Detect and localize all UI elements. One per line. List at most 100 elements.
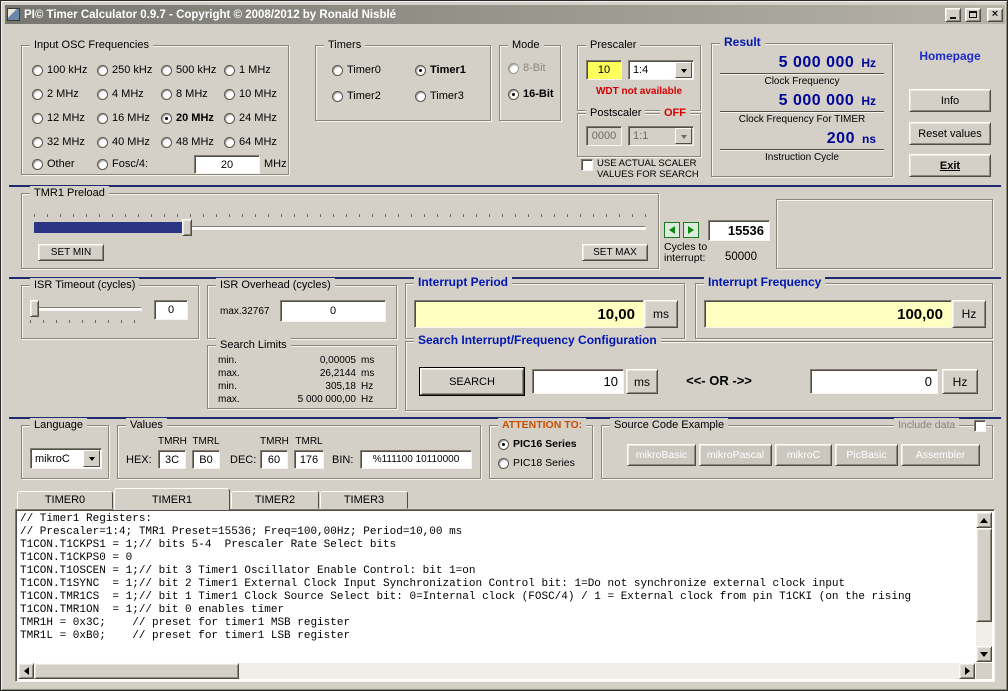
- radio-label: Timer3: [430, 90, 464, 102]
- osc-option-250khz[interactable]: 250 kHz: [97, 64, 152, 76]
- source-code-text[interactable]: // Timer1 Registers: // Prescaler=1:4; T…: [20, 513, 974, 661]
- close-button[interactable]: ×: [987, 7, 1003, 22]
- hex-tmrh-field[interactable]: 3C: [158, 450, 186, 469]
- osc-option-2mhz[interactable]: 2 MHz: [32, 88, 79, 100]
- timer-option-timer2[interactable]: Timer2: [332, 90, 381, 102]
- isr-timeout-value-field[interactable]: 0: [154, 300, 188, 320]
- interrupt-period-unit-button[interactable]: ms: [644, 300, 678, 328]
- set-min-button[interactable]: SET MIN: [38, 244, 104, 261]
- tab-timer2[interactable]: TIMER2: [231, 491, 319, 509]
- osc-option-1mhz[interactable]: 1 MHz: [224, 64, 271, 76]
- attention-option-pic18[interactable]: PIC18 Series: [498, 457, 575, 469]
- group-search-limits: Search Limits min. 0,00005 ms max. 26,21…: [207, 338, 397, 409]
- prescaler-ratio-dropdown[interactable]: 1:4: [628, 60, 694, 80]
- reset-values-button[interactable]: Reset values: [909, 122, 991, 145]
- clock-frequency-label: Clock Frequency: [764, 76, 840, 87]
- interrupt-frequency-field[interactable]: 100,00: [704, 300, 952, 328]
- scroll-down-button[interactable]: [976, 646, 992, 662]
- osc-option-4mhz[interactable]: 4 MHz: [97, 88, 144, 100]
- radio-label: 10 MHz: [239, 88, 277, 100]
- preload-increment-button[interactable]: [683, 222, 699, 238]
- chevron-down-icon: [88, 457, 95, 464]
- bin-field[interactable]: %111100 10110000: [360, 450, 472, 469]
- info-button[interactable]: Info: [909, 89, 991, 112]
- isr-timeout-slider[interactable]: [30, 300, 142, 317]
- osc-option-24mhz[interactable]: 24 MHz: [224, 112, 277, 124]
- tab-timer0[interactable]: TIMER0: [17, 491, 113, 509]
- osc-option-other[interactable]: Other: [32, 158, 75, 170]
- minimize-button[interactable]: [945, 7, 961, 22]
- vertical-scrollbar[interactable]: [976, 512, 992, 662]
- dropdown-button[interactable]: [83, 450, 100, 467]
- unit: Hz: [861, 56, 876, 70]
- language-dropdown[interactable]: mikroC: [30, 448, 102, 469]
- interrupt-frequency-unit-button[interactable]: Hz: [952, 300, 986, 328]
- prescaler-value-input[interactable]: 10: [586, 60, 622, 80]
- mikrobasic-button[interactable]: mikroBasic: [627, 444, 696, 466]
- osc-option-500khz[interactable]: 500 kHz: [161, 64, 216, 76]
- mikroc-button[interactable]: mikroC: [775, 444, 832, 466]
- preload-value-field[interactable]: 15536: [708, 220, 770, 241]
- scroll-left-button[interactable]: [18, 663, 34, 679]
- vertical-scroll-thumb[interactable]: [976, 528, 992, 622]
- osc-option-12mhz[interactable]: 12 MHz: [32, 112, 85, 124]
- maximize-button[interactable]: [965, 7, 981, 22]
- radio-label: 250 kHz: [112, 64, 153, 76]
- osc-option-64mhz[interactable]: 64 MHz: [224, 136, 277, 148]
- dec-tmrl-field[interactable]: 176: [294, 450, 324, 469]
- picbasic-button[interactable]: PicBasic: [835, 444, 898, 466]
- osc-option-8mhz[interactable]: 8 MHz: [161, 88, 208, 100]
- search-frequency-unit-button[interactable]: Hz: [942, 369, 978, 394]
- preload-slider[interactable]: [34, 219, 646, 236]
- app-icon: [7, 8, 20, 21]
- osc-option-fosc4[interactable]: Fosc/4:: [97, 158, 148, 170]
- radio-icon: [32, 158, 43, 170]
- assembler-button[interactable]: Assembler: [901, 444, 980, 466]
- isr-overhead-value-field[interactable]: 0: [280, 300, 386, 322]
- use-actual-scaler-checkbox[interactable]: [581, 159, 593, 171]
- homepage-link[interactable]: Homepage: [907, 49, 993, 63]
- other-frequency-input[interactable]: 20: [194, 155, 260, 174]
- dropdown-button[interactable]: [675, 62, 692, 78]
- mode-option-16bit[interactable]: 16-Bit: [508, 88, 554, 100]
- exit-button[interactable]: Exit: [909, 154, 991, 177]
- horizontal-scroll-thumb[interactable]: [34, 663, 239, 679]
- osc-option-100khz[interactable]: 100 kHz: [32, 64, 87, 76]
- tab-timer1[interactable]: TIMER1: [114, 488, 230, 510]
- osc-option-32mhz[interactable]: 32 MHz: [32, 136, 85, 148]
- scroll-right-button[interactable]: [959, 663, 975, 679]
- dec-label: DEC:: [230, 454, 257, 466]
- timer-option-timer0[interactable]: Timer0: [332, 64, 381, 76]
- search-period-unit-button[interactable]: ms: [626, 369, 658, 394]
- preload-decrement-button[interactable]: [664, 222, 680, 238]
- search-period-input[interactable]: 10: [532, 369, 624, 394]
- search-button[interactable]: SEARCH: [419, 367, 525, 396]
- set-max-button[interactable]: SET MAX: [582, 244, 648, 261]
- tmrl-header: TMRL: [192, 436, 220, 447]
- osc-option-48mhz[interactable]: 48 MHz: [161, 136, 214, 148]
- slider-thumb[interactable]: [182, 219, 192, 236]
- horizontal-scrollbar[interactable]: [18, 663, 975, 679]
- include-data-checkbox[interactable]: [974, 420, 986, 432]
- osc-option-10mhz[interactable]: 10 MHz: [224, 88, 277, 100]
- tab-timer3[interactable]: TIMER3: [320, 491, 408, 509]
- mikropascal-button[interactable]: mikroPascal: [699, 444, 772, 466]
- dropdown-value: 1:1: [633, 130, 649, 142]
- hex-tmrl-field[interactable]: B0: [192, 450, 220, 469]
- timer-option-timer3[interactable]: Timer3: [415, 90, 464, 102]
- osc-option-20mhz[interactable]: 20 MHz: [161, 112, 214, 124]
- interrupt-period-field[interactable]: 10,00: [414, 300, 644, 328]
- postscaler-ratio-dropdown: 1:1: [628, 126, 694, 146]
- slider-track[interactable]: [30, 307, 142, 311]
- dec-tmrh-field[interactable]: 60: [260, 450, 288, 469]
- osc-option-40mhz[interactable]: 40 MHz: [97, 136, 150, 148]
- group-title: ISR Timeout (cycles): [30, 278, 140, 292]
- attention-option-pic16[interactable]: PIC16 Series: [498, 438, 577, 450]
- search-frequency-input[interactable]: 0: [810, 369, 938, 394]
- include-data-label: Include data: [894, 418, 960, 432]
- limit-unit: ms: [361, 368, 375, 379]
- osc-option-16mhz[interactable]: 16 MHz: [97, 112, 150, 124]
- timer-option-timer1[interactable]: Timer1: [415, 64, 466, 76]
- slider-thumb[interactable]: [30, 300, 39, 317]
- scroll-up-button[interactable]: [976, 512, 992, 528]
